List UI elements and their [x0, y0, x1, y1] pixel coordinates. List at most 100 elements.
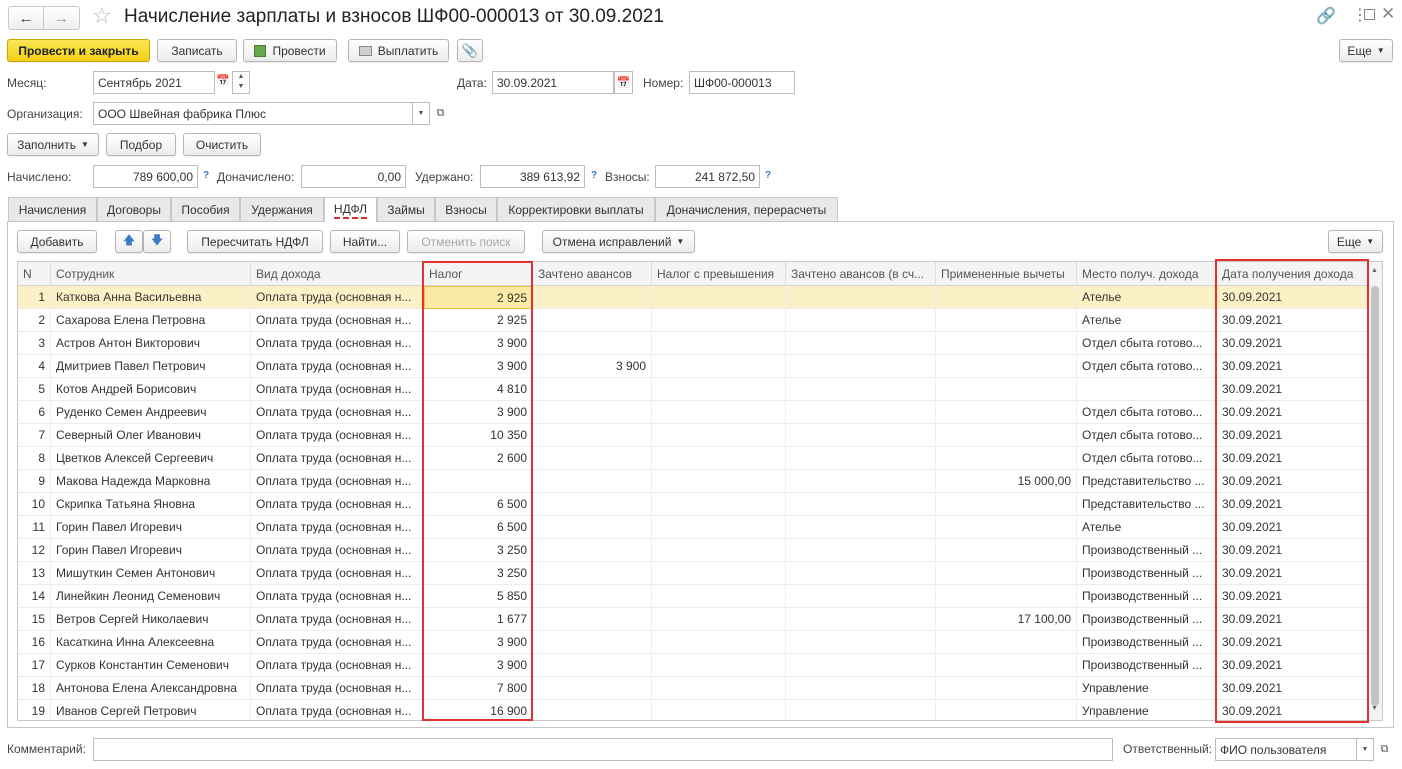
clear-button[interactable]: Очистить — [183, 133, 261, 156]
cell-income-date[interactable]: 30.09.2021 — [1217, 470, 1368, 493]
cell-income-type[interactable]: Оплата труда (основная н... — [251, 401, 424, 424]
cell-employee[interactable]: Каткова Анна Васильевна — [51, 286, 251, 309]
cell-income-place[interactable]: Производственный ... — [1077, 608, 1217, 631]
tab-ndfl[interactable]: НДФЛ — [324, 197, 377, 222]
col-income-date[interactable]: Дата получения дохода — [1217, 262, 1368, 286]
cell-employee[interactable]: Горин Павел Игоревич — [51, 516, 251, 539]
cell-tax[interactable]: 5 850 — [424, 585, 533, 608]
cell-tax-over[interactable] — [652, 309, 786, 332]
cell-income-type[interactable]: Оплата труда (основная н... — [251, 585, 424, 608]
cell-tax-over[interactable] — [652, 654, 786, 677]
cell-credited-advances-2[interactable] — [786, 516, 936, 539]
cell-income-place[interactable]: Ателье — [1077, 516, 1217, 539]
table-row[interactable]: 9 Макова Надежда Марковна Оплата труда (ос… — [18, 470, 1368, 493]
cell-tax[interactable]: 6 500 — [424, 516, 533, 539]
cell-income-type[interactable]: Оплата труда (основная н... — [251, 355, 424, 378]
cell-credited-advances[interactable] — [533, 608, 652, 631]
cell-tax[interactable]: 3 900 — [424, 332, 533, 355]
close-icon[interactable]: ✕ — [1381, 4, 1395, 24]
cell-n[interactable]: 17 — [18, 654, 51, 677]
cell-income-place[interactable]: Управление — [1077, 700, 1217, 720]
month-field[interactable]: Сентябрь 2021 — [93, 71, 215, 94]
cell-tax-over[interactable] — [652, 332, 786, 355]
table-row[interactable]: 8 Цветков Алексей Сергеевич Оплата труда (… — [18, 447, 1368, 470]
table-row[interactable]: 13 Мишуткин Семен Антонович Оплата труда (… — [18, 562, 1368, 585]
cell-income-date[interactable]: 30.09.2021 — [1217, 631, 1368, 654]
organization-field[interactable]: ООО Швейная фабрика Плюс — [93, 102, 413, 125]
cell-tax-over[interactable] — [652, 447, 786, 470]
cell-credited-advances[interactable] — [533, 516, 652, 539]
cell-income-date[interactable]: 30.09.2021 — [1217, 562, 1368, 585]
cell-credited-advances[interactable] — [533, 424, 652, 447]
add-button[interactable]: Добавить — [17, 230, 97, 253]
cell-income-date[interactable]: 30.09.2021 — [1217, 332, 1368, 355]
post-and-close-button[interactable]: Провести и закрыть — [7, 39, 150, 62]
cell-tax-over[interactable] — [652, 700, 786, 720]
cell-credited-advances-2[interactable] — [786, 654, 936, 677]
cell-income-date[interactable]: 30.09.2021 — [1217, 309, 1368, 332]
cell-income-type[interactable]: Оплата труда (основная н... — [251, 562, 424, 585]
cell-tax-over[interactable] — [652, 470, 786, 493]
cell-employee[interactable]: Скрипка Татьяна Яновна — [51, 493, 251, 516]
cell-tax[interactable]: 16 900 — [424, 700, 533, 720]
move-up-button[interactable]: 🡅 — [115, 230, 143, 253]
cell-credited-advances[interactable] — [533, 401, 652, 424]
cell-tax[interactable]: 3 900 — [424, 654, 533, 677]
cell-income-date[interactable]: 30.09.2021 — [1217, 516, 1368, 539]
cell-credited-advances-2[interactable] — [786, 700, 936, 720]
cell-tax[interactable]: 4 810 — [424, 378, 533, 401]
contributions-help-icon[interactable]: ? — [765, 170, 771, 181]
cell-n[interactable]: 7 — [18, 424, 51, 447]
cell-income-place[interactable]: Управление — [1077, 677, 1217, 700]
cell-credited-advances-2[interactable] — [786, 631, 936, 654]
tab-accruals[interactable]: Начисления — [8, 197, 97, 221]
cell-tax[interactable]: 1 677 — [424, 608, 533, 631]
cell-deductions[interactable] — [936, 677, 1077, 700]
table-row[interactable]: 15 Ветров Сергей Николаевич Оплата труда (… — [18, 608, 1368, 631]
cell-income-date[interactable]: 30.09.2021 — [1217, 700, 1368, 720]
cell-n[interactable]: 16 — [18, 631, 51, 654]
cell-n[interactable]: 18 — [18, 677, 51, 700]
table-row[interactable]: 19 Иванов Сергей Петрович Оплата труда (ос… — [18, 700, 1368, 720]
cell-credited-advances-2[interactable] — [786, 539, 936, 562]
cell-tax-over[interactable] — [652, 562, 786, 585]
cell-employee[interactable]: Астров Антон Викторович — [51, 332, 251, 355]
cell-income-date[interactable]: 30.09.2021 — [1217, 654, 1368, 677]
cell-deductions[interactable] — [936, 286, 1077, 309]
cell-credited-advances-2[interactable] — [786, 493, 936, 516]
table-row[interactable]: 1 Каткова Анна Васильевна Оплата труда (ос… — [18, 286, 1368, 309]
cell-deductions[interactable] — [936, 424, 1077, 447]
table-row[interactable]: 11 Горин Павел Игоревич Оплата труда (осно… — [18, 516, 1368, 539]
cell-deductions[interactable] — [936, 355, 1077, 378]
link-icon[interactable]: 🔗 — [1316, 6, 1336, 26]
cell-income-date[interactable]: 30.09.2021 — [1217, 608, 1368, 631]
cell-tax-over[interactable] — [652, 378, 786, 401]
table-row[interactable]: 3 Астров Антон Викторович Оплата труда (ос… — [18, 332, 1368, 355]
cell-credited-advances-2[interactable] — [786, 424, 936, 447]
cell-tax[interactable]: 2 925 — [424, 309, 533, 332]
cell-income-type[interactable]: Оплата труда (основная н... — [251, 700, 424, 720]
cell-credited-advances[interactable] — [533, 539, 652, 562]
cell-tax[interactable]: 7 800 — [424, 677, 533, 700]
cell-income-date[interactable]: 30.09.2021 — [1217, 493, 1368, 516]
number-field[interactable]: ШФ00-000013 — [689, 71, 795, 94]
cell-income-type[interactable]: Оплата труда (основная н... — [251, 654, 424, 677]
cell-income-place[interactable]: Производственный ... — [1077, 539, 1217, 562]
table-row[interactable]: 12 Горин Павел Игоревич Оплата труда (осно… — [18, 539, 1368, 562]
col-n[interactable]: N — [18, 262, 51, 286]
cell-n[interactable]: 1 — [18, 286, 51, 309]
withheld-help-icon[interactable]: ? — [591, 170, 597, 181]
cell-employee[interactable]: Дмитриев Павел Петрович — [51, 355, 251, 378]
organization-open-button[interactable]: ⧉ — [432, 104, 449, 123]
forward-arrow-icon[interactable]: → — [44, 7, 79, 29]
cell-deductions[interactable] — [936, 332, 1077, 355]
tab-deductions[interactable]: Удержания — [240, 197, 324, 221]
cell-deductions[interactable] — [936, 309, 1077, 332]
cell-income-date[interactable]: 30.09.2021 — [1217, 677, 1368, 700]
cell-credited-advances[interactable] — [533, 585, 652, 608]
cell-tax-over[interactable] — [652, 286, 786, 309]
vertical-scrollbar[interactable]: ▲ ▼ — [1367, 262, 1382, 720]
cell-employee[interactable]: Касаткина Инна Алексеевна — [51, 631, 251, 654]
cell-income-place[interactable]: Представительство ... — [1077, 493, 1217, 516]
cell-n[interactable]: 10 — [18, 493, 51, 516]
